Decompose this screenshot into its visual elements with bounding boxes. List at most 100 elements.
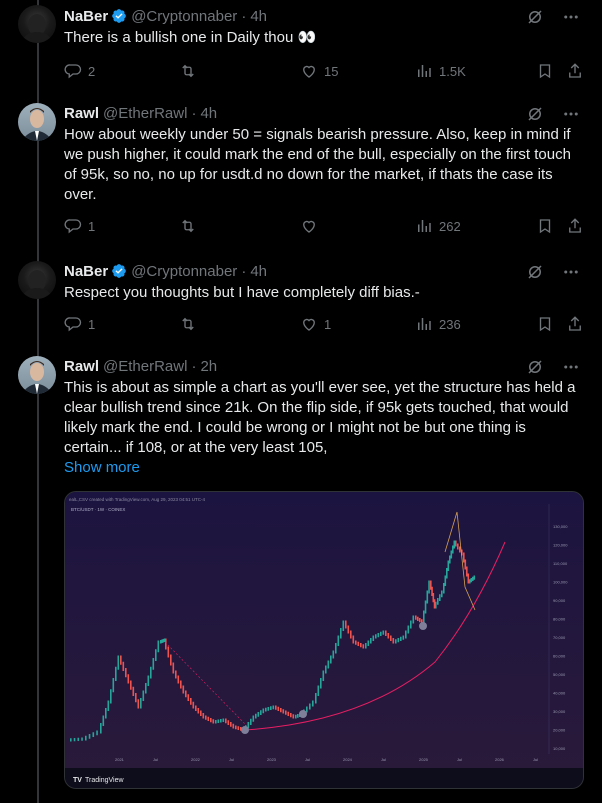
separator-dot: · (241, 262, 247, 280)
retweet-button[interactable] (179, 62, 203, 80)
chart-symbol: BTC/USDT · 1W · COINEX (71, 507, 125, 512)
candle (88, 734, 91, 739)
reply-button[interactable]: 2 (64, 62, 95, 80)
y-tick-label: 80,000 (553, 617, 566, 622)
views-button[interactable]: 1.5K (415, 62, 466, 80)
timestamp[interactable]: 2h (200, 358, 217, 375)
handle[interactable]: @Cryptonnaber (131, 263, 237, 280)
timestamp[interactable]: 4h (200, 105, 217, 122)
views-button[interactable]: 262 (415, 217, 461, 235)
candle (370, 638, 372, 644)
candle (332, 650, 335, 659)
display-name[interactable]: NaBer (64, 263, 108, 280)
tweet-text-content: This is about as simple a chart as you'l… (64, 379, 576, 456)
candle (105, 708, 107, 719)
share-button[interactable] (566, 217, 584, 235)
separator-dot: · (241, 7, 247, 25)
timestamp[interactable]: 4h (250, 8, 267, 25)
tradingview-label: TradingView (85, 777, 124, 784)
candle (70, 738, 72, 742)
candle (77, 737, 80, 741)
retweet-button[interactable] (179, 315, 197, 333)
views-button[interactable]: 236 (415, 315, 461, 333)
avatar[interactable] (18, 261, 56, 299)
candle (220, 719, 222, 723)
candle (225, 718, 227, 724)
x-tick-label: 2023 (267, 757, 277, 762)
candle (100, 723, 102, 734)
share-icon (569, 63, 581, 78)
candle (345, 620, 347, 629)
candle (287, 711, 290, 716)
avatar[interactable] (18, 5, 56, 43)
candle (215, 720, 217, 724)
candle (437, 598, 439, 605)
action-bar: 1 1 236 (64, 315, 584, 335)
candle (120, 655, 122, 665)
candle (187, 694, 190, 701)
candle (320, 678, 322, 689)
handle[interactable]: @EtherRawl (103, 358, 187, 375)
candle (185, 690, 187, 698)
like-button[interactable]: 15 (300, 62, 338, 80)
candle (180, 680, 182, 689)
candle (312, 700, 314, 707)
bookmark-button[interactable] (536, 217, 554, 235)
y-tick-label: 70,000 (553, 635, 566, 640)
candle (350, 630, 352, 639)
candle (295, 714, 297, 719)
bookmark-button[interactable] (536, 62, 554, 80)
candle (405, 630, 407, 639)
tweet-2[interactable]: Rawl @EtherRawl · 4h How about weekly un… (0, 95, 602, 255)
retweet-icon (182, 64, 194, 78)
share-icon (569, 316, 581, 331)
candle (355, 640, 357, 645)
candle (377, 633, 380, 638)
candle (466, 566, 468, 577)
reply-button[interactable]: 1 (64, 315, 95, 333)
reply-count: 1 (88, 218, 96, 234)
candle (125, 668, 127, 678)
like-button[interactable]: 1 (300, 315, 331, 333)
display-name[interactable]: Rawl (64, 105, 99, 122)
display-name[interactable]: Rawl (64, 358, 99, 375)
x-tick-label: 2024 (343, 757, 353, 762)
candle (147, 675, 150, 686)
bookmark-button[interactable] (536, 315, 554, 333)
avatar[interactable] (18, 103, 56, 141)
tweet-1[interactable]: NaBer @Cryptonnaber · 4h There is a bull… (0, 0, 602, 95)
like-button[interactable] (300, 217, 318, 235)
y-tick-label: 60,000 (553, 654, 566, 659)
tweet-header: NaBer @Cryptonnaber · 4h (64, 6, 267, 26)
share-button[interactable] (566, 62, 584, 80)
display-name[interactable]: NaBer (64, 8, 108, 25)
candle (270, 706, 272, 710)
candle (443, 583, 445, 594)
handle[interactable]: @EtherRawl (103, 105, 187, 122)
show-more-link[interactable]: Show more (64, 459, 140, 476)
candle (257, 712, 260, 717)
candle (449, 555, 451, 564)
tweet-3[interactable]: NaBer @Cryptonnaber · 4h Respect you tho… (0, 255, 602, 350)
timestamp[interactable]: 4h (250, 263, 267, 280)
reply-icon (64, 219, 82, 234)
candle (277, 706, 280, 711)
candle (335, 643, 337, 654)
candle (365, 643, 367, 649)
y-tick-label: 20,000 (553, 728, 566, 733)
reply-button[interactable]: 1 (64, 217, 95, 235)
candle (439, 594, 441, 601)
chart-image: ealL,CSV created with TradingView.com, A… (65, 492, 583, 788)
handle[interactable]: @Cryptonnaber (131, 8, 237, 25)
share-button[interactable] (566, 315, 584, 333)
tweet-media-chart[interactable]: ealL,CSV created with TradingView.com, A… (64, 491, 584, 789)
candle (306, 706, 308, 713)
candle (140, 698, 142, 709)
candle (207, 716, 210, 721)
candle (470, 578, 473, 583)
candle (81, 737, 83, 741)
candle (453, 540, 456, 549)
retweet-button[interactable] (179, 217, 197, 235)
avatar[interactable] (18, 356, 56, 394)
candle (317, 685, 320, 696)
